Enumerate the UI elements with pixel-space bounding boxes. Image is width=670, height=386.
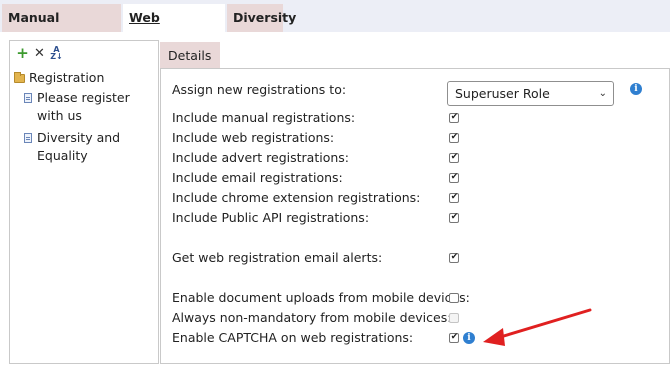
registration-tree: + ✕ A Z↓ Registration Please register wit… xyxy=(9,40,159,364)
tree-toolbar: + ✕ A Z↓ xyxy=(16,44,63,62)
tab-web-registration[interactable]: Web Registration xyxy=(123,4,225,53)
assign-label: Assign new registrations to: xyxy=(172,82,347,97)
assign-role-select[interactable]: Superuser Role ⌄ xyxy=(447,81,614,106)
option-label: Include email registrations: xyxy=(172,170,343,185)
document-icon xyxy=(24,93,32,103)
tree-node-label: Registration xyxy=(29,70,105,85)
annotation-arrow xyxy=(483,308,592,346)
include-public-api-checkbox[interactable] xyxy=(449,213,459,223)
tree-node-diversity-equality[interactable]: Diversity and Equality xyxy=(24,129,156,165)
option-label: Include advert registrations: xyxy=(172,150,350,165)
tree-node-label: Diversity and Equality xyxy=(37,130,121,163)
include-manual-checkbox[interactable] xyxy=(449,113,459,123)
include-advert-checkbox[interactable] xyxy=(449,153,459,163)
info-icon[interactable]: i xyxy=(463,332,475,344)
option-label: Include web registrations: xyxy=(172,130,335,145)
captcha-checkbox[interactable] xyxy=(449,333,459,343)
mobile-uploads-checkbox[interactable] xyxy=(449,293,459,303)
chevron-down-icon: ⌄ xyxy=(598,88,607,99)
tree-node-label: Please register with us xyxy=(37,90,130,123)
info-icon[interactable]: i xyxy=(630,83,642,95)
tree-node-please-register[interactable]: Please register with us xyxy=(24,89,156,125)
non-mandatory-mobile-checkbox xyxy=(449,313,459,323)
option-label: Include Public API registrations: xyxy=(172,210,370,225)
option-label: Include chrome extension registrations: xyxy=(172,190,421,205)
document-icon xyxy=(24,133,32,143)
option-label: Enable document uploads from mobile devi… xyxy=(172,290,470,305)
include-web-checkbox[interactable] xyxy=(449,133,459,143)
tab-manual-registration[interactable]: Manual Registration xyxy=(2,4,121,53)
tree-node-registration[interactable]: Registration xyxy=(14,69,104,87)
sort-icon[interactable]: A Z↓ xyxy=(50,46,63,61)
include-email-checkbox[interactable] xyxy=(449,173,459,183)
assign-role-value: Superuser Role xyxy=(455,86,550,101)
tab-bar: Manual Registration Web Registration Div… xyxy=(0,0,670,53)
tab-diversity[interactable]: Diversity xyxy=(227,4,296,32)
option-label: Include manual registrations: xyxy=(172,110,356,125)
include-chrome-extension-checkbox[interactable] xyxy=(449,193,459,203)
email-alerts-checkbox[interactable] xyxy=(449,253,459,263)
option-label: Get web registration email alerts: xyxy=(172,250,383,265)
option-label: Enable CAPTCHA on web registrations: xyxy=(172,330,414,345)
option-label: Always non-mandatory from mobile devices… xyxy=(172,310,452,325)
tab-details[interactable]: Details xyxy=(160,42,220,69)
plus-icon[interactable]: + xyxy=(16,44,29,62)
folder-icon xyxy=(14,71,25,83)
close-icon[interactable]: ✕ xyxy=(33,46,46,61)
